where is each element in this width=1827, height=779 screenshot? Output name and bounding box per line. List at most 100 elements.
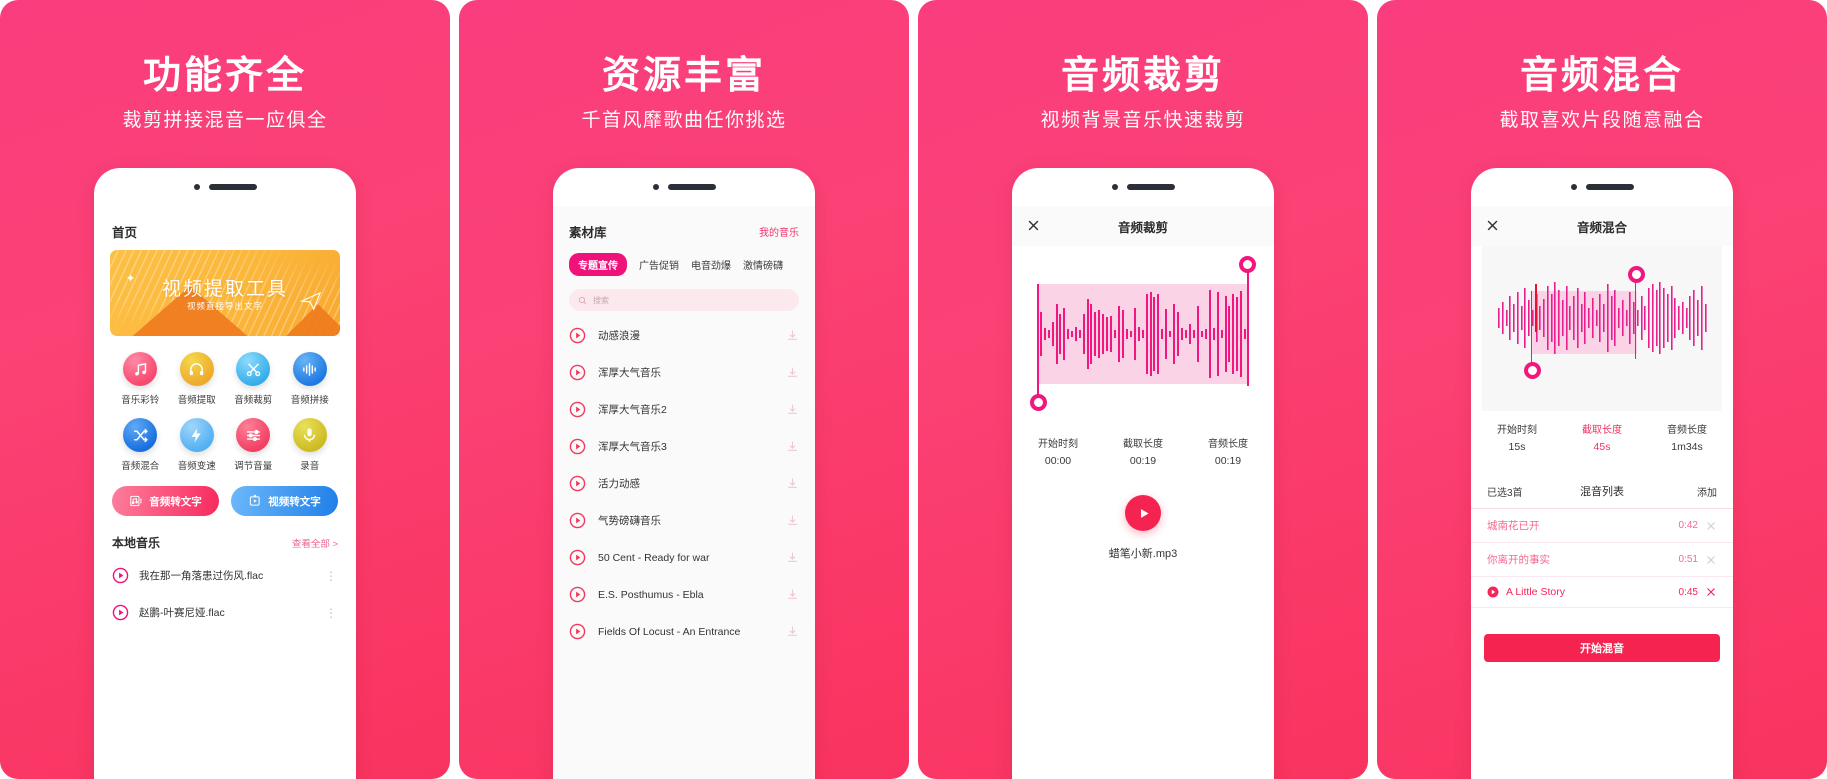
tab-passion[interactable]: 激情磅礴 (743, 257, 783, 272)
feature-audio-join[interactable]: 音频拼接 (282, 352, 339, 406)
feature-label: 音频提取 (177, 395, 216, 406)
list-item[interactable]: Fields Of Locust - An Entrance (569, 613, 799, 650)
microphone-icon (292, 418, 327, 452)
play-circle-icon[interactable] (569, 327, 586, 344)
add-button[interactable]: 添加 (1641, 484, 1717, 499)
play-circle-icon[interactable] (569, 549, 586, 566)
feature-label: 音频拼接 (290, 395, 329, 406)
waveform-mix-area[interactable] (1482, 246, 1722, 411)
download-icon[interactable] (786, 588, 799, 601)
list-item[interactable]: 赵鹏-叶赛尼娅.flac ⋮ (110, 594, 340, 631)
list-item[interactable]: 活力动感 (569, 465, 799, 502)
phone-mockup-2: 素材库 我的音乐 专题宣传 广告促销 电音劲爆 激情磅礴 搜索 动感浪漫 浑厚大… (553, 168, 815, 779)
phone-mockup-1: 首页 ✦ 视频提取工具 视频直接导出文字 音乐彩铃 音频提取 音频裁剪 音频拼接… (94, 168, 356, 779)
play-circle-icon[interactable] (1487, 586, 1499, 598)
download-icon[interactable] (786, 625, 799, 638)
remove-icon[interactable] (1705, 520, 1717, 532)
my-music-link[interactable]: 我的音乐 (759, 224, 799, 239)
track-name: Fields Of Locust - An Entrance (598, 625, 741, 638)
total-length-value: 00:19 (1214, 455, 1242, 467)
mix-track-name: A Little Story (1506, 586, 1565, 598)
feature-audio-trim[interactable]: 音频裁剪 (225, 352, 282, 406)
download-icon[interactable] (786, 403, 799, 416)
file-name: 蜡笔小新.mp3 (1108, 548, 1178, 560)
mix-topbar: 音频混合 (1471, 206, 1733, 246)
search-bar[interactable]: 搜索 (569, 289, 799, 311)
waveform-trim-area[interactable] (1012, 246, 1274, 431)
tab-edm[interactable]: 电音劲爆 (691, 257, 731, 272)
play-button[interactable] (1125, 495, 1161, 531)
list-item[interactable]: 我在那一角落患过伤风.flac ⋮ (110, 557, 340, 594)
video-to-text-button[interactable]: 视频转文字 (231, 486, 338, 516)
play-circle-icon[interactable] (569, 623, 586, 640)
feature-volume-adjust[interactable]: 调节音量 (225, 418, 282, 472)
speaker-bar-icon (667, 184, 716, 190)
table-row[interactable]: 你离开的事实 0:51 (1471, 543, 1733, 577)
promo-card-3: 音频裁剪 视频背景音乐快速裁剪 音频裁剪 开始时刻 00:00 截取长度 00:… (918, 0, 1368, 779)
list-item[interactable]: 浑厚大气音乐2 (569, 391, 799, 428)
download-icon[interactable] (786, 551, 799, 564)
audio-to-text-button[interactable]: 音频转文字 (112, 486, 219, 516)
total-length-cell: 音频长度 1m34s (1667, 421, 1707, 453)
card-headline: 音频混合 (1519, 55, 1684, 97)
phone-screen-home: 首页 ✦ 视频提取工具 视频直接导出文字 音乐彩铃 音频提取 音频裁剪 音频拼接… (94, 206, 356, 779)
remove-icon[interactable] (1705, 586, 1717, 598)
play-circle-icon[interactable] (569, 586, 586, 603)
waveform-icon (292, 352, 327, 386)
track-name: 气势磅礴音乐 (598, 515, 661, 527)
page-title: 首页 (112, 226, 138, 240)
trim-handle-end[interactable] (1239, 256, 1256, 273)
feature-audio-extract[interactable]: 音频提取 (169, 352, 226, 406)
download-icon[interactable] (786, 329, 799, 342)
time-info-row: 开始时刻 15s 截取长度 45s 音频长度 1m34s (1471, 411, 1733, 453)
promo-card-4: 音频混合 截取喜欢片段随意融合 音频混合 开始时刻 15s 截取长度 45s 音… (1377, 0, 1827, 779)
clip-length-cell: 截取长度 00:19 (1123, 435, 1163, 467)
track-name: 我在那一角落患过伤风.flac (139, 570, 264, 582)
tab-topic-promo[interactable]: 专题宣传 (569, 253, 627, 276)
remove-icon[interactable] (1705, 554, 1717, 566)
download-icon[interactable] (786, 514, 799, 527)
promo-screenshot-strip: 功能齐全 裁剪拼接混音一应俱全 首页 ✦ 视频提取工具 视频直接导出文字 音乐彩… (0, 0, 1827, 779)
mix-list-header: 已选3首 混音列表 添加 (1471, 471, 1733, 509)
list-item[interactable]: E.S. Posthumus - Ebla (569, 576, 799, 613)
trim-handle-end[interactable] (1628, 266, 1645, 283)
feature-audio-speed[interactable]: 音频变速 (169, 418, 226, 472)
trim-handle-start[interactable] (1030, 394, 1047, 411)
close-icon[interactable] (1485, 218, 1500, 233)
play-circle-icon[interactable] (569, 401, 586, 418)
card-headline: 功能齐全 (142, 55, 307, 97)
play-circle-icon[interactable] (569, 364, 586, 381)
table-row[interactable]: A Little Story 0:45 (1471, 577, 1733, 608)
feature-audio-mix[interactable]: 音频混合 (112, 418, 169, 472)
more-options-icon[interactable]: ⋮ (325, 606, 338, 620)
download-icon[interactable] (786, 366, 799, 379)
promo-card-2: 资源丰富 千首风靡歌曲任你挑选 素材库 我的音乐 专题宣传 广告促销 电音劲爆 … (459, 0, 909, 779)
play-circle-icon[interactable] (569, 512, 586, 529)
list-item[interactable]: 气势磅礴音乐 (569, 502, 799, 539)
promo-banner[interactable]: ✦ 视频提取工具 视频直接导出文字 (110, 250, 340, 336)
mix-track-duration: 0:51 (1678, 554, 1698, 565)
phone-notch (553, 168, 815, 206)
phone-notch (1012, 168, 1274, 206)
list-item[interactable]: 浑厚大气音乐 (569, 354, 799, 391)
play-circle-icon[interactable] (569, 475, 586, 492)
promo-card-1: 功能齐全 裁剪拼接混音一应俱全 首页 ✦ 视频提取工具 视频直接导出文字 音乐彩… (0, 0, 450, 779)
feature-music-ringtone[interactable]: 音乐彩铃 (112, 352, 169, 406)
track-name: 浑厚大气音乐2 (598, 404, 667, 416)
start-mix-button[interactable]: 开始混音 (1484, 634, 1720, 662)
list-item[interactable]: 50 Cent - Ready for war (569, 539, 799, 576)
close-icon[interactable] (1026, 218, 1041, 233)
start-time-label: 开始时刻 (1038, 439, 1078, 450)
download-icon[interactable] (786, 477, 799, 490)
more-options-icon[interactable]: ⋮ (325, 569, 338, 583)
list-item[interactable]: 动感浪漫 (569, 317, 799, 354)
table-row[interactable]: 城南花已开 0:42 (1471, 509, 1733, 543)
tab-ad-promo[interactable]: 广告促销 (639, 257, 679, 272)
feature-record[interactable]: 录音 (282, 418, 339, 472)
list-item[interactable]: 浑厚大气音乐3 (569, 428, 799, 465)
trim-handle-start[interactable] (1524, 362, 1541, 379)
download-icon[interactable] (786, 440, 799, 453)
phone-screen-trim: 音频裁剪 开始时刻 00:00 截取长度 00:19 音频长度 00:19 蜡笔… (1012, 206, 1274, 779)
play-circle-icon[interactable] (569, 438, 586, 455)
see-all-link[interactable]: 查看全部 > (292, 536, 338, 550)
